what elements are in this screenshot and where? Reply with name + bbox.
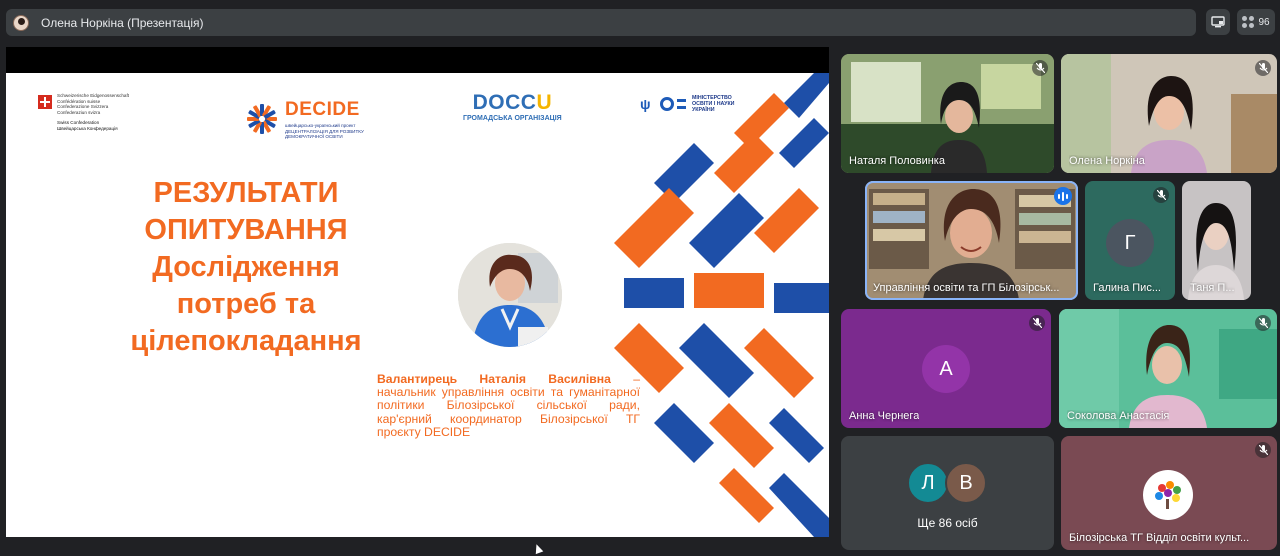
participants-button[interactable]: 96 — [1237, 9, 1275, 35]
participant-tile[interactable]: Г Галина Пис... — [1085, 181, 1175, 300]
headline-line: РЕЗУЛЬТАТИ — [153, 177, 339, 209]
participant-avatar: Г — [1106, 219, 1154, 267]
presentation-slide[interactable]: Schweizerische Eidgenossenschaft Confédé… — [6, 73, 829, 537]
headline-line: потреб та — [176, 288, 316, 320]
layout-button[interactable] — [1206, 9, 1230, 35]
speaking-icon — [1054, 187, 1072, 205]
decide-star-icon — [247, 104, 277, 135]
participant-tile[interactable]: Соколова Анастасія — [1059, 309, 1277, 428]
participant-avatar: Л — [907, 462, 949, 504]
participant-tile[interactable]: Наталя Половинка — [841, 54, 1054, 173]
layout-icon — [1211, 16, 1225, 28]
headline-line: Дослідження — [152, 251, 340, 283]
participant-name: Таня П... — [1190, 282, 1235, 294]
participant-name: Галина Пис... — [1093, 282, 1161, 294]
presentation-bar[interactable]: Олена Норкіна (Презентація) — [6, 9, 1196, 36]
more-participants-label: Ще 86 осіб — [917, 516, 978, 530]
participant-name: Наталя Половинка — [849, 155, 945, 167]
speaker-name: Валантирець Наталія Василівна — [377, 372, 611, 386]
tree-icon — [1155, 481, 1181, 509]
mic-off-icon — [1032, 60, 1048, 76]
mic-off-icon — [1255, 60, 1271, 76]
participant-name: Управління освіти та ГП Білозірськ... — [873, 282, 1060, 294]
participant-avatar: А — [922, 345, 970, 393]
participant-name: Соколова Анастасія — [1067, 410, 1170, 422]
participant-tile[interactable]: Таня П... — [1182, 181, 1251, 300]
swiss-logo-text-2: Swiss Confederation Швейцарська Конфедер… — [57, 120, 118, 131]
presentation-title: Олена Норкіна (Презентація) — [41, 15, 204, 30]
doccu-subtitle: ГРОМАДСЬКА ОРГАНІЗАЦІЯ — [463, 115, 562, 122]
decide-logo: DECIDE швейцарсько-український проект ДЕ… — [244, 99, 364, 140]
participant-tile[interactable]: Білозірська ТГ Відділ освіти культ... — [1061, 436, 1277, 550]
decide-subtitle: швейцарсько-український проект ДЕЦЕНТРАЛ… — [285, 123, 364, 139]
doccu-logo: DOCCU ГРОМАДСЬКА ОРГАНІЗАЦІЯ — [463, 91, 562, 122]
mic-off-icon — [1029, 315, 1045, 331]
participant-name: Анна Чернега — [849, 410, 920, 422]
doccu-name: DOCC — [472, 91, 537, 114]
decide-name: DECIDE — [285, 99, 360, 120]
participant-name: Олена Норкіна — [1069, 155, 1145, 167]
participant-avatar: В — [945, 462, 987, 504]
speaker-photo — [458, 243, 562, 347]
participants-count: 96 — [1258, 16, 1270, 28]
slide-headline: РЕЗУЛЬТАТИ ОПИТУВАННЯ Дослідження потреб… — [96, 175, 396, 360]
participant-tile-active-speaker[interactable]: Управління освіти та ГП Білозірськ... — [865, 181, 1078, 300]
people-icon — [1242, 16, 1255, 28]
mouse-cursor-icon — [532, 542, 544, 555]
organization-logo-avatar — [1143, 470, 1193, 520]
meet-window: Олена Норкіна (Презентація) 96 Schweizer… — [0, 0, 1280, 556]
swiss-logo-text: Schweizerische Eidgenossenschaft Confédé… — [57, 93, 130, 115]
participant-tile[interactable]: Олена Норкіна — [1061, 54, 1277, 173]
more-participants-tile[interactable]: Л В Ще 86 осіб — [841, 436, 1054, 550]
swiss-flag-icon — [38, 95, 52, 109]
headline-line: цілепокладання — [130, 325, 362, 357]
doccu-name-u: U — [536, 91, 553, 114]
participant-name: Білозірська ТГ Відділ освіти культ... — [1069, 532, 1250, 544]
decide-pattern-graphic — [614, 73, 829, 537]
swiss-confederation-logo: Schweizerische Eidgenossenschaft Confédé… — [38, 93, 148, 132]
participant-tile[interactable]: А Анна Чернега — [841, 309, 1051, 428]
mic-off-icon — [1255, 442, 1271, 458]
mic-off-icon — [1255, 315, 1271, 331]
speaker-caption: Валантирець Наталія Василівна – начальни… — [377, 372, 640, 439]
mic-off-icon — [1153, 187, 1169, 203]
headline-line: ОПИТУВАННЯ — [144, 214, 348, 246]
presenter-avatar — [13, 14, 29, 31]
